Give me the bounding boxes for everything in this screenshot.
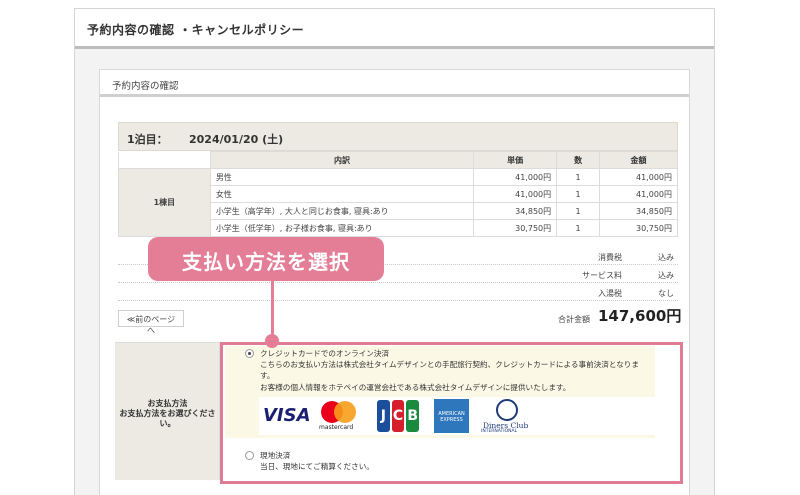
page-title: 予約内容の確認 ・キャンセルポリシー: [87, 23, 305, 37]
callout-dot: [265, 334, 279, 348]
bath-tax-label: 入湯税: [598, 289, 622, 298]
payment-highlight-frame: [220, 342, 683, 484]
bath-tax-row: 入湯税 なし: [118, 285, 678, 301]
row-label: 小学生（低学年）, お子様お食事, 寝具:あり: [209, 219, 475, 237]
row-qty: 1: [556, 185, 601, 203]
row-price: 30,750円: [473, 219, 558, 237]
table-row: 1棟目 男性 41,000円 1 41,000円: [118, 168, 678, 237]
row-label: 小学生（高学年）, 大人と同じお食事, 寝具:あり: [209, 202, 475, 220]
row-amount: 30,750円: [599, 219, 678, 237]
row-price: 34,850円: [473, 202, 558, 220]
stay-date: 2024/01/20 (土): [189, 133, 284, 146]
callout-pointer: [271, 280, 274, 338]
row-qty: 1: [556, 202, 601, 220]
consumption-tax-value: 込み: [658, 253, 674, 262]
payment-label-instruction-end: い。: [159, 419, 176, 428]
row-amount: 41,000円: [599, 168, 678, 186]
bath-tax-value: なし: [658, 289, 674, 298]
callout-bubble: 支払い方法を選択: [148, 237, 384, 281]
row-price: 41,000円: [473, 168, 558, 186]
stay-date-bar: 1泊目： 2024/01/20 (土): [118, 122, 678, 151]
header-amount: 金額: [599, 151, 678, 169]
total-label: 合計金額: [558, 315, 590, 324]
back-button[interactable]: ≪前のページへ: [118, 310, 184, 335]
section-title: 予約内容の確認: [112, 81, 179, 92]
service-fee-label: サービス料: [582, 271, 622, 280]
row-qty: 1: [556, 168, 601, 186]
row-qty: 1: [556, 219, 601, 237]
service-fee-value: 込み: [658, 271, 674, 280]
total-amount: 147,600円: [598, 307, 682, 325]
row-label: 男性: [209, 168, 475, 186]
night-label: 1泊目：: [127, 133, 168, 146]
panel-header: 予約内容の確認 ・キャンセルポリシー: [75, 9, 714, 49]
row-amount: 34,850円: [599, 202, 678, 220]
header-unit-price: 単価: [473, 151, 558, 169]
header-qty: 数: [556, 151, 601, 169]
row-amount: 41,000円: [599, 185, 678, 203]
callout-text: 支払い方法を選択: [182, 250, 350, 274]
consumption-tax-label: 消費税: [598, 253, 622, 262]
room-label: 1棟目: [118, 168, 211, 237]
section-header: 予約内容の確認: [100, 70, 689, 97]
price-table: 内訳 単価 数 金額 1棟目 男性 41,000円 1 41,000円 女性 4…: [118, 151, 678, 237]
table-header-row: 内訳 単価 数 金額: [118, 151, 678, 169]
row-price: 41,000円: [473, 185, 558, 203]
row-label: 女性: [209, 185, 475, 203]
payment-label: お支払方法 お支払方法をお選びくださ い。: [115, 343, 220, 480]
header-blank: [118, 151, 211, 169]
header-details: 内訳: [209, 151, 475, 169]
